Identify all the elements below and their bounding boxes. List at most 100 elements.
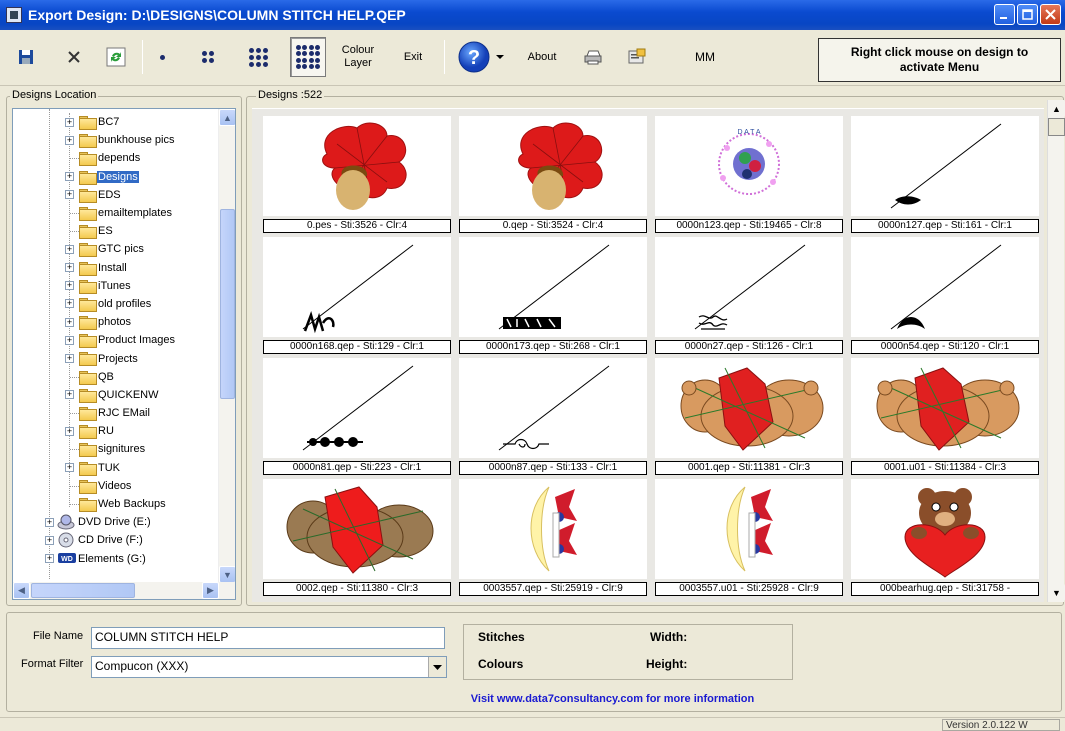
design-thumbnail[interactable] bbox=[459, 479, 647, 579]
expand-icon[interactable]: + bbox=[45, 554, 54, 564]
tree-item-bunkhouse-pics[interactable]: + bunkhouse pics bbox=[13, 131, 220, 149]
tree-item-rjc-email[interactable]: RJC EMail bbox=[13, 404, 220, 422]
tree-item-product-images[interactable]: + Product Images bbox=[13, 331, 220, 349]
expand-icon[interactable]: + bbox=[45, 517, 54, 527]
expand-icon[interactable]: + bbox=[65, 354, 74, 364]
refresh-button[interactable] bbox=[104, 37, 128, 77]
view-3x3-button[interactable] bbox=[244, 37, 272, 77]
designs-scroll-thumb[interactable] bbox=[1048, 118, 1065, 136]
design-thumbnail[interactable] bbox=[263, 358, 451, 458]
print-button[interactable] bbox=[580, 37, 606, 77]
design-thumbnail[interactable] bbox=[263, 116, 451, 216]
design-caption: 0.pes - Sti:3526 - Clr:4 bbox=[263, 219, 451, 233]
exit-button[interactable]: Exit bbox=[398, 37, 428, 77]
file-name-input[interactable]: COLUMN STITCH HELP bbox=[91, 627, 445, 649]
design-thumbnail[interactable] bbox=[655, 479, 843, 579]
tree-item-old-profiles[interactable]: + old profiles bbox=[13, 295, 220, 313]
close-button[interactable] bbox=[1040, 4, 1061, 25]
svg-text:D A T A: D A T A bbox=[737, 129, 760, 136]
colour-layer-button[interactable]: Colour Layer bbox=[338, 37, 378, 77]
expand-icon[interactable]: + bbox=[45, 535, 54, 545]
tree-item-tuk[interactable]: + TUK bbox=[13, 459, 220, 477]
delete-button[interactable] bbox=[62, 37, 86, 77]
expand-icon[interactable]: + bbox=[65, 190, 74, 200]
expand-icon[interactable]: + bbox=[65, 244, 74, 254]
tree-item-label: Projects bbox=[98, 352, 138, 365]
design-thumbnail[interactable] bbox=[459, 237, 647, 337]
designs-vertical-scrollbar[interactable]: ▲ ▼ bbox=[1047, 100, 1065, 602]
design-thumbnail[interactable] bbox=[263, 479, 451, 579]
design-thumbnail[interactable]: D A T A bbox=[655, 116, 843, 216]
tree-hscroll-thumb[interactable] bbox=[31, 583, 135, 598]
format-filter-select[interactable]: Compucon (XXX) bbox=[91, 656, 447, 678]
designs-scroll-up-button[interactable]: ▲ bbox=[1048, 100, 1065, 117]
expand-icon[interactable]: + bbox=[65, 299, 74, 309]
website-link[interactable]: Visit www.data7consultancy.com for more … bbox=[0, 693, 1065, 705]
tree-item-depends[interactable]: depends bbox=[13, 149, 220, 167]
design-thumbnail[interactable] bbox=[459, 358, 647, 458]
view-1x1-button[interactable] bbox=[150, 37, 174, 77]
maximize-icon bbox=[1022, 9, 1033, 20]
tree-item-gtc-pics[interactable]: + GTC pics bbox=[13, 240, 220, 258]
view-2x2-button[interactable] bbox=[196, 37, 220, 77]
design-thumbnail[interactable] bbox=[263, 237, 451, 337]
expand-icon[interactable]: + bbox=[65, 117, 74, 127]
format-filter-value: Compucon (XXX) bbox=[95, 659, 189, 673]
properties-button[interactable] bbox=[624, 37, 650, 77]
expand-icon[interactable]: + bbox=[65, 135, 74, 145]
tree-scroll-down-button[interactable]: ▼ bbox=[219, 566, 235, 583]
tree-scroll-up-button[interactable]: ▲ bbox=[219, 109, 235, 126]
maximize-button[interactable] bbox=[1017, 4, 1038, 25]
tree-drive-cd-drive-f[interactable]: + CD Drive (F:) bbox=[13, 531, 220, 549]
about-button[interactable]: About bbox=[520, 37, 564, 77]
tree-item-eds[interactable]: + EDS bbox=[13, 186, 220, 204]
tree-item-web-backups[interactable]: Web Backups bbox=[13, 495, 220, 513]
design-thumbnail[interactable] bbox=[655, 237, 843, 337]
tree-item-emailtemplates[interactable]: emailtemplates bbox=[13, 204, 220, 222]
save-button[interactable] bbox=[14, 37, 38, 77]
tree-drive-elements-g[interactable]: + WD Elements (G:) bbox=[13, 550, 220, 568]
mm-label: MM bbox=[695, 49, 715, 64]
units-mm-button[interactable]: MM bbox=[688, 37, 722, 77]
design-thumbnail[interactable] bbox=[851, 237, 1039, 337]
tree-item-photos[interactable]: + photos bbox=[13, 313, 220, 331]
design-thumbnail[interactable] bbox=[851, 479, 1039, 579]
view-4x4-button[interactable] bbox=[290, 37, 326, 77]
tree-item-install[interactable]: + Install bbox=[13, 259, 220, 277]
tree-horizontal-scrollbar[interactable]: ◀ ▶ bbox=[13, 582, 235, 599]
expand-icon[interactable]: + bbox=[65, 172, 74, 182]
folder-tree[interactable]: + BC7 + bunkhouse pics depends + Designs + EDS em… bbox=[12, 108, 236, 600]
tree-vertical-scrollbar[interactable]: ▲ ▼ bbox=[218, 109, 235, 583]
expand-icon[interactable]: + bbox=[65, 426, 74, 436]
tree-scroll-right-button[interactable]: ▶ bbox=[202, 582, 219, 599]
tree-scroll-left-button[interactable]: ◀ bbox=[13, 582, 30, 599]
tree-scroll-thumb[interactable] bbox=[220, 209, 235, 399]
tree-item-projects[interactable]: + Projects bbox=[13, 349, 220, 367]
expand-icon[interactable]: + bbox=[65, 463, 74, 473]
tree-item-itunes[interactable]: + iTunes bbox=[13, 277, 220, 295]
tree-item-quickenw[interactable]: + QUICKENW bbox=[13, 386, 220, 404]
design-thumbnail[interactable] bbox=[655, 358, 843, 458]
expand-icon[interactable]: + bbox=[65, 263, 74, 273]
tree-item-designs[interactable]: + Designs bbox=[13, 168, 220, 186]
designs-scroll-down-button[interactable]: ▼ bbox=[1048, 584, 1065, 601]
help-button[interactable]: ? bbox=[454, 37, 508, 77]
tree-item-signitures[interactable]: signitures bbox=[13, 440, 220, 458]
tree-drive-dvd-drive-e[interactable]: + DVD Drive (E:) bbox=[13, 513, 220, 531]
tree-item-videos[interactable]: Videos bbox=[13, 477, 220, 495]
tree-item-bc7[interactable]: + BC7 bbox=[13, 113, 220, 131]
expand-icon[interactable]: + bbox=[65, 335, 74, 345]
folder-icon bbox=[79, 425, 97, 440]
design-thumbnail[interactable] bbox=[851, 116, 1039, 216]
tree-item-qb[interactable]: QB bbox=[13, 368, 220, 386]
expand-icon[interactable]: + bbox=[65, 390, 74, 400]
tree-item-ru[interactable]: + RU bbox=[13, 422, 220, 440]
design-thumbnail[interactable] bbox=[851, 358, 1039, 458]
design-thumbnail[interactable] bbox=[459, 116, 647, 216]
tree-item-es[interactable]: ES bbox=[13, 222, 220, 240]
minimize-button[interactable] bbox=[994, 4, 1015, 25]
expand-icon[interactable]: + bbox=[65, 281, 74, 291]
grid-3-icon bbox=[248, 47, 268, 67]
format-filter-dropdown-button[interactable] bbox=[428, 657, 446, 677]
expand-icon[interactable]: + bbox=[65, 317, 74, 327]
